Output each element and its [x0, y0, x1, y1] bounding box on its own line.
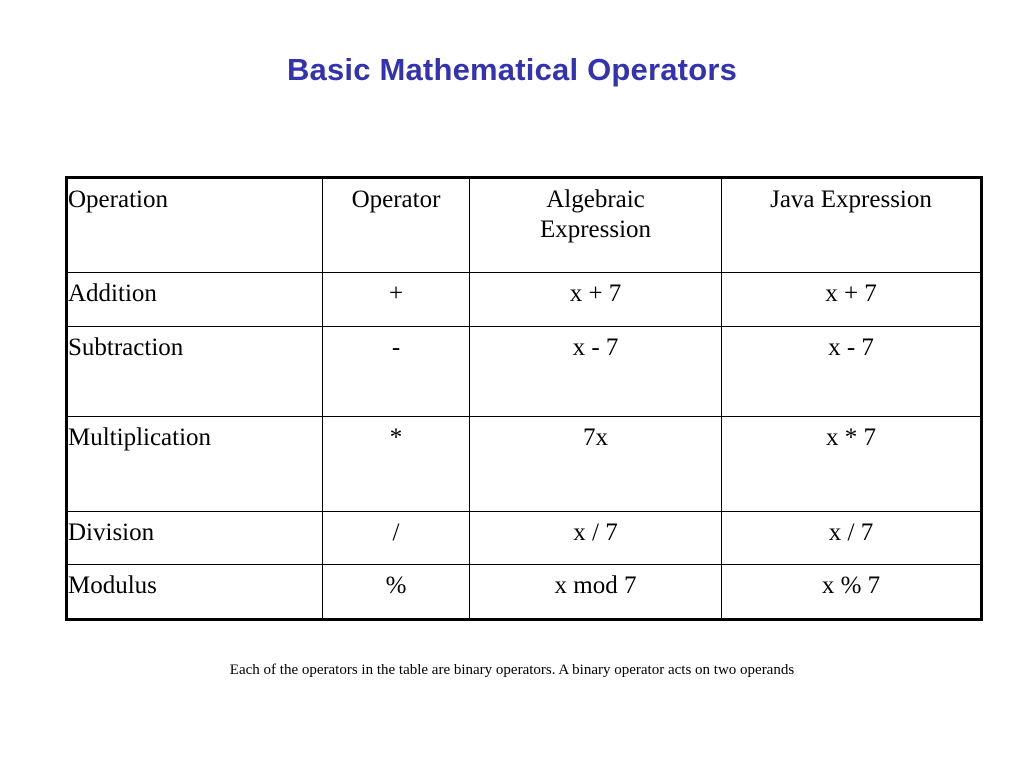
cell-java-expression: x % 7 — [721, 564, 982, 620]
table-row: Division / x / 7 x / 7 — [66, 511, 982, 565]
table-row: Addition + x + 7 x + 7 — [66, 272, 982, 327]
cell-operator: * — [322, 416, 470, 512]
cell-algebraic-expression: x mod 7 — [469, 564, 722, 620]
table-row: Subtraction - x - 7 x - 7 — [66, 326, 982, 417]
operators-table: Operation Operator Algebraic Expression … — [65, 176, 983, 621]
cell-algebraic-expression: 7x — [469, 416, 722, 512]
cell-operation: Modulus — [66, 564, 323, 620]
slide-caption: Each of the operators in the table are b… — [229, 662, 795, 678]
page-title: Basic Mathematical Operators — [286, 52, 738, 87]
table-row: Multiplication * 7x x * 7 — [66, 416, 982, 512]
cell-operator: - — [322, 326, 470, 417]
table-row: Modulus % x mod 7 x % 7 — [66, 564, 982, 620]
cell-operation: Subtraction — [66, 326, 323, 417]
cell-algebraic-expression: x - 7 — [469, 326, 722, 417]
column-header-algebraic-line2: Expression — [539, 215, 652, 243]
cell-operation: Addition — [66, 272, 323, 327]
column-header-algebraic-expression: Algebraic Expression — [469, 177, 722, 273]
cell-operator: % — [322, 564, 470, 620]
cell-java-expression: x - 7 — [721, 326, 982, 417]
cell-algebraic-expression: x + 7 — [469, 272, 722, 327]
cell-operator: + — [322, 272, 470, 327]
cell-java-expression: x * 7 — [721, 416, 982, 512]
operators-table-container: Operation Operator Algebraic Expression … — [65, 176, 983, 621]
cell-java-expression: x + 7 — [721, 272, 982, 327]
cell-operation: Multiplication — [66, 416, 323, 512]
column-header-operator: Operator — [322, 177, 470, 273]
cell-operation: Division — [66, 511, 323, 565]
column-header-operation: Operation — [66, 177, 323, 273]
cell-operator: / — [322, 511, 470, 565]
column-header-algebraic-line1: Algebraic — [546, 186, 645, 213]
cell-algebraic-expression: x / 7 — [469, 511, 722, 565]
cell-java-expression: x / 7 — [721, 511, 982, 565]
table-header-row: Operation Operator Algebraic Expression … — [66, 177, 982, 273]
column-header-java-expression: Java Expression — [721, 177, 982, 273]
